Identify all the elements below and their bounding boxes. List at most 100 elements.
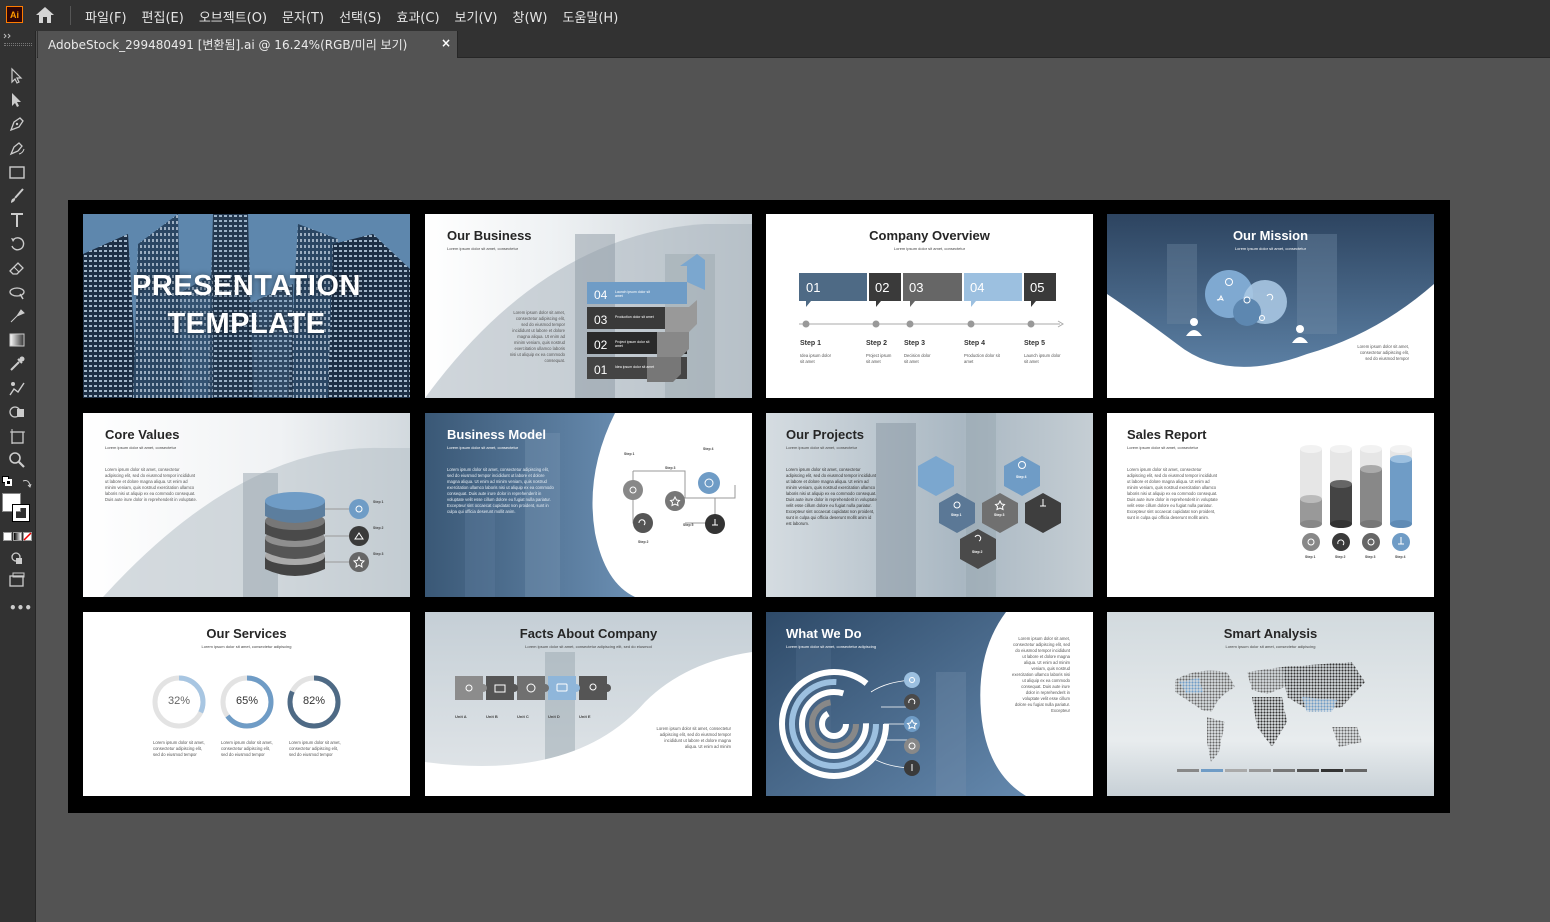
step-label: Step 3 <box>1365 555 1376 559</box>
slide-subtitle: Lorem ipsum dolor sit amet, consectetur … <box>786 644 877 649</box>
gradient-mode-button[interactable] <box>13 532 22 541</box>
slide-core-values[interactable]: Core Values Lorem ipsum dolor sit amet, … <box>83 413 410 597</box>
document-tab[interactable]: AdobeStock_299480491 [변환됨].ai @ 16.24%(R… <box>38 31 458 58</box>
slide-our-services[interactable]: Our Services Lorem ipsum dolor sit amet,… <box>83 612 410 796</box>
menu-file[interactable]: 파일(F) <box>85 7 127 26</box>
step-heading: Step 3 <box>904 340 926 347</box>
slide-subtitle: Lorem ipsum dolor sit amet, consectetur <box>105 445 177 450</box>
service-caption: Lorem ipsum dolor sit amet, consectetur … <box>289 740 341 757</box>
slide-body-text: Lorem ipsum dolor sit amet, consectetur … <box>509 310 565 363</box>
color-mode-button[interactable] <box>3 532 12 541</box>
slide-subtitle: Lorem ipsum dolor sit amet, consectetur <box>1127 445 1199 450</box>
eraser-tool-icon[interactable] <box>8 259 26 277</box>
swap-colors-icon[interactable] <box>22 478 32 488</box>
eyedropper-tool-icon[interactable] <box>8 355 26 373</box>
type-tool-icon[interactable] <box>8 211 26 229</box>
menu-edit[interactable]: 편집(E) <box>142 7 184 26</box>
slide-title: Core Values <box>105 427 180 442</box>
timeline-number: 04 <box>970 280 985 295</box>
slide-presentation-template[interactable]: PRESENTATION TEMPLATE <box>83 214 410 398</box>
pen-tool-icon[interactable] <box>8 115 26 133</box>
cylinder-bar-chart <box>1300 445 1412 551</box>
slide-title: Facts About Company <box>519 626 658 641</box>
menu-type[interactable]: 문자(T) <box>282 7 324 26</box>
slide-our-mission[interactable]: Our Mission Lorem ipsum dolor sit amet, … <box>1107 214 1434 398</box>
slide-our-projects[interactable]: Our Projects Lorem ipsum dolor sit amet,… <box>766 413 1093 597</box>
more-tools-icon[interactable]: ••• <box>9 601 32 615</box>
home-icon[interactable] <box>35 6 55 24</box>
curvature-tool-icon[interactable] <box>8 139 26 157</box>
step-number: 02 <box>594 338 608 352</box>
percent-label: 65% <box>235 695 259 707</box>
menu-effect[interactable]: 효과(C) <box>396 7 439 26</box>
unit-label: Unit B <box>486 714 498 719</box>
timeline-number: 02 <box>875 280 890 295</box>
slide-sales-report[interactable]: Sales Report Lorem ipsum dolor sit amet,… <box>1107 413 1434 597</box>
timeline-number: 05 <box>1030 280 1045 295</box>
slide-company-overview[interactable]: Company Overview Lorem ipsum dolor sit a… <box>766 214 1093 398</box>
legend-bar <box>1201 769 1223 772</box>
menu-object[interactable]: 오브젝트(O) <box>199 7 267 26</box>
legend-bar <box>1249 769 1271 772</box>
collapse-panel-icon[interactable] <box>3 33 13 39</box>
percent-label: 32% <box>167 695 191 707</box>
gradient-tool-icon[interactable] <box>8 331 26 349</box>
slide-body-text: Lorem ipsum dolor sit amet, consectetur … <box>105 467 197 502</box>
slide-our-business[interactable]: Our Business Lorem ipsum dolor sit amet,… <box>425 214 752 398</box>
slide-what-we-do[interactable]: What We Do Lorem ipsum dolor sit amet, c… <box>766 612 1093 796</box>
default-colors-icon[interactable] <box>2 476 12 486</box>
legend-bar <box>1177 769 1199 772</box>
blend-tool-icon[interactable] <box>8 379 26 397</box>
app-logo: Ai <box>6 6 23 23</box>
artboard-tool-icon[interactable] <box>8 427 26 445</box>
step-label: Step 3 <box>994 513 1005 517</box>
direct-selection-tool-icon[interactable] <box>8 91 26 109</box>
draw-mode-icon[interactable] <box>8 549 26 567</box>
slide-title: Our Business <box>447 228 532 243</box>
screen-mode-icon[interactable] <box>8 571 26 589</box>
width-tool-icon[interactable] <box>8 283 26 301</box>
legend-bar <box>1273 769 1295 772</box>
slide-subtitle: Lorem ipsum dolor sit amet, consectetur <box>786 445 858 450</box>
step-label: Step 4 <box>1395 555 1406 559</box>
slide-body-text: Lorem ipsum dolor sit amet, consectetur … <box>1012 636 1070 713</box>
paintbrush-tool-icon[interactable] <box>8 187 26 205</box>
slide-title: Our Projects <box>786 427 865 442</box>
free-transform-tool-icon[interactable] <box>8 307 26 325</box>
slide-smart-analysis[interactable]: Smart Analysis Lorem ipsum dolor sit ame… <box>1107 612 1434 796</box>
step-number: 03 <box>594 313 608 327</box>
step-number: 01 <box>594 363 608 377</box>
rectangle-tool-icon[interactable] <box>8 163 26 181</box>
slide-subtitle: Lorem ipsum dolor sit amet, consectetur <box>1234 246 1307 251</box>
none-mode-button[interactable] <box>23 532 32 541</box>
step-label: Step 1 <box>1305 555 1316 559</box>
timeline-number: 01 <box>806 280 821 295</box>
rotate-tool-icon[interactable] <box>8 235 26 253</box>
step-label: Step 4 <box>703 447 714 451</box>
slide-subtitle: Lorem ipsum dolor sit amet, consectetur <box>447 445 519 450</box>
selection-tool-icon[interactable] <box>8 67 26 85</box>
shape-builder-tool-icon[interactable] <box>8 403 26 421</box>
panel-grip[interactable] <box>4 43 32 46</box>
stroke-color-swatch[interactable] <box>12 504 30 522</box>
step-label: Step 1 <box>951 513 962 517</box>
slide-business-model[interactable]: Business Model Lorem ipsum dolor sit ame… <box>425 413 752 597</box>
legend-bar <box>1345 769 1367 772</box>
slide-facts-about-company[interactable]: Facts About Company Lorem ipsum dolor si… <box>425 612 752 796</box>
menu-window[interactable]: 창(W) <box>513 7 548 26</box>
step-label: Production dolor sit amet <box>615 315 654 319</box>
step-heading: Step 1 <box>800 340 822 347</box>
unit-label: Unit C <box>517 714 529 719</box>
zoom-tool-icon[interactable] <box>8 451 26 469</box>
step-label: Project ipsum dolor sit amet <box>615 340 650 348</box>
slide-body-text: Lorem ipsum dolor sit amet, consectetur … <box>786 467 877 526</box>
close-tab-icon[interactable]: × <box>441 36 451 50</box>
slide-title: What We Do <box>786 626 862 641</box>
artboard[interactable]: PRESENTATION TEMPLATE Our Business Lorem… <box>68 200 1450 813</box>
menu-help[interactable]: 도움말(H) <box>562 7 618 26</box>
step-heading: Step 2 <box>866 340 888 347</box>
slide-subtitle: Lorem ipsum dolor sit amet, consectetur <box>447 246 519 251</box>
tools-panel: ••• <box>0 31 36 922</box>
menu-select[interactable]: 선택(S) <box>339 7 381 26</box>
menu-view[interactable]: 보기(V) <box>455 7 498 26</box>
